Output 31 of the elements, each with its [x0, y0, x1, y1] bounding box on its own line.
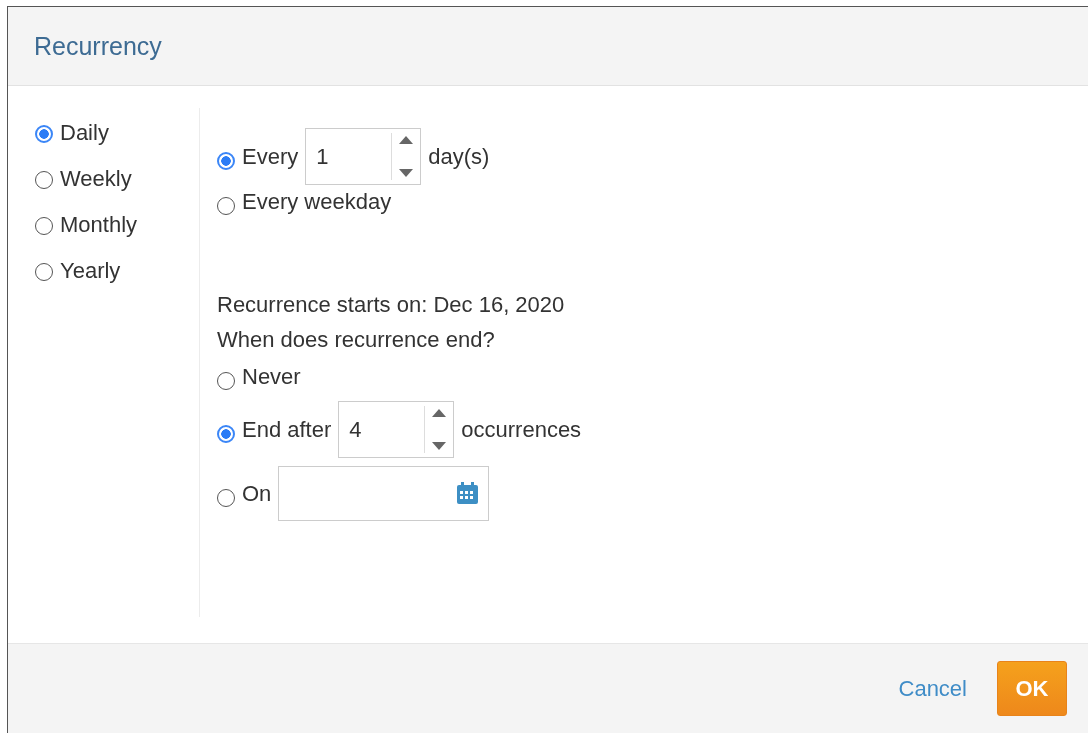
date-field[interactable] [278, 466, 490, 521]
option-label[interactable]: End after [242, 413, 332, 446]
radio-button[interactable] [217, 371, 235, 390]
option-label[interactable]: Every [242, 140, 299, 173]
spin-down-icon[interactable] [398, 169, 413, 178]
option-label[interactable]: On [242, 477, 272, 510]
option-label[interactable]: Every weekday [242, 185, 392, 218]
option-label[interactable]: Daily [60, 116, 109, 149]
spin-up-icon[interactable] [431, 408, 446, 417]
option-label[interactable]: Never [242, 360, 301, 393]
calendar-icon[interactable] [456, 482, 480, 505]
radio-button[interactable] [35, 124, 53, 143]
radio-button[interactable] [217, 196, 235, 215]
unit-label: day(s) [428, 143, 490, 171]
radio-button[interactable] [217, 424, 235, 443]
spin-up-icon[interactable] [398, 135, 413, 144]
spinner-field[interactable]: 1 [305, 128, 422, 185]
radio-button[interactable] [35, 216, 53, 235]
radio-button[interactable] [35, 170, 53, 189]
option-label[interactable]: Yearly [60, 254, 121, 287]
radio-button[interactable] [35, 262, 53, 281]
end-question-text: When does recurrence end? [217, 326, 496, 354]
option-label[interactable]: Monthly [60, 208, 138, 241]
spinner-field[interactable]: 4 [338, 401, 455, 458]
spin-down-icon[interactable] [431, 442, 446, 451]
start-date-text: Recurrence starts on: Dec 16, 2020 [217, 291, 566, 319]
option-label[interactable]: Weekly [60, 162, 132, 195]
radio-button[interactable] [217, 488, 235, 507]
dialog-title: Recurrency [34, 31, 162, 61]
unit-label: occurrences [461, 416, 582, 444]
radio-button[interactable] [217, 151, 235, 170]
